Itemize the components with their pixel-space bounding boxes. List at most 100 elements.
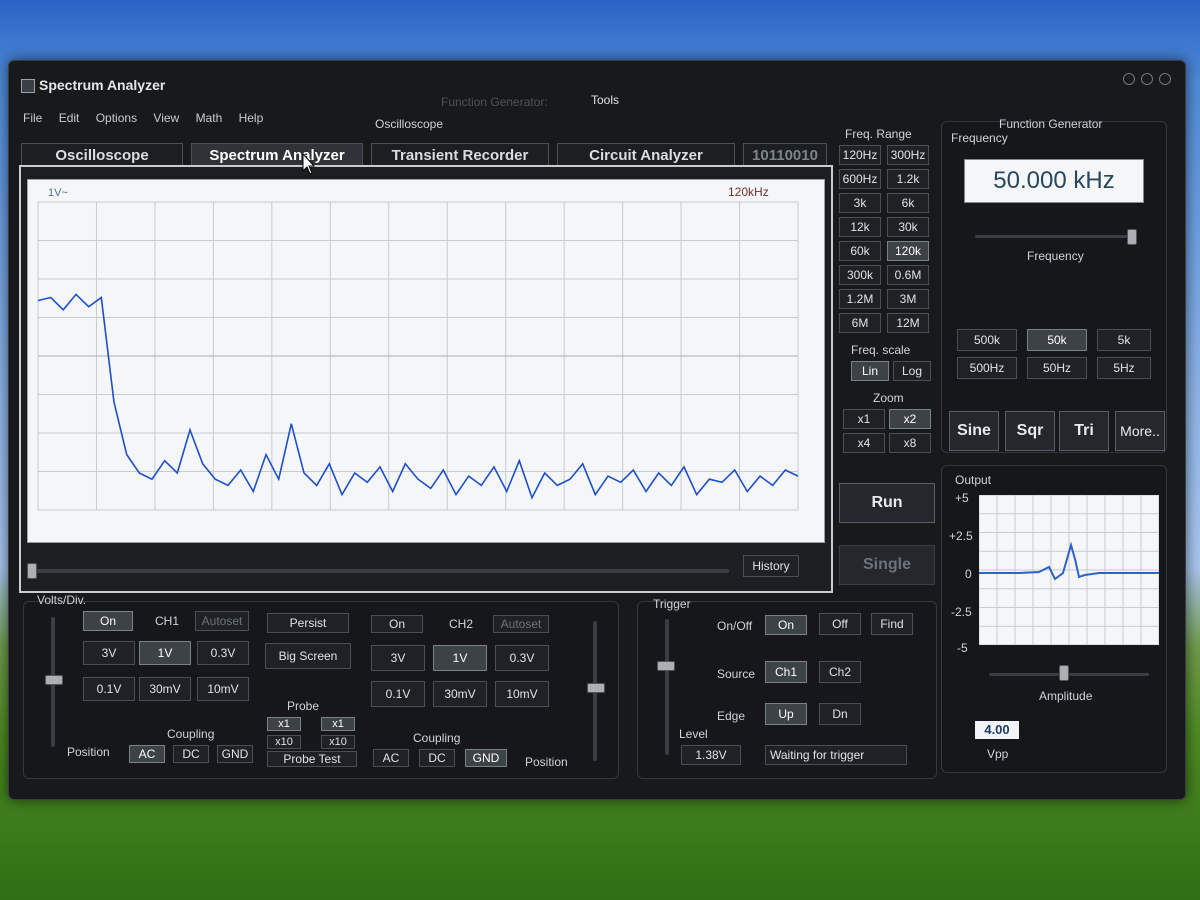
menu-file[interactable]: File <box>23 111 42 125</box>
freq-range-button-1-2k[interactable]: 1.2k <box>887 169 929 189</box>
freq-range-button-3k[interactable]: 3k <box>839 193 881 213</box>
ch2-10mv-button[interactable]: 10mV <box>495 681 549 707</box>
ch2-0-1v-button[interactable]: 0.1V <box>371 681 425 707</box>
ch1-10mv-button[interactable]: 10mV <box>197 677 249 701</box>
trigger-level-knob[interactable] <box>657 661 675 671</box>
ch1-30mv-button[interactable]: 30mV <box>139 677 191 701</box>
sine-button[interactable]: Sine <box>949 411 999 451</box>
single-button[interactable]: Single <box>839 545 935 585</box>
freq-range-button-60k[interactable]: 60k <box>839 241 881 261</box>
ch1-3v-button[interactable]: 3V <box>83 641 135 665</box>
trigger-edge-up-button[interactable]: Up <box>765 703 807 725</box>
ch1-probe-x1-button[interactable]: x1 <box>267 717 301 731</box>
freq-range-button-0-6m[interactable]: 0.6M <box>887 265 929 285</box>
freq-range-button-6k[interactable]: 6k <box>887 193 929 213</box>
minimize-icon[interactable] <box>1123 73 1135 85</box>
ch2-gnd-button[interactable]: GND <box>465 749 507 767</box>
fg-range-50k[interactable]: 50k <box>1027 329 1087 351</box>
output-tick-m25: -2.5 <box>951 605 972 619</box>
probe-test-button[interactable]: Probe Test <box>267 751 357 767</box>
ch2-dc-button[interactable]: DC <box>419 749 455 767</box>
vpp-input[interactable]: 4.00 <box>975 721 1019 739</box>
title-bar[interactable]: Spectrum Analyzer <box>9 61 1185 95</box>
freq-scale-log-button[interactable]: Log <box>893 361 931 381</box>
ch2-1v-button[interactable]: 1V <box>433 645 487 671</box>
freq-range-button-6m[interactable]: 6M <box>839 313 881 333</box>
square-button[interactable]: Sqr <box>1005 411 1055 451</box>
menu-help[interactable]: Help <box>239 111 264 125</box>
ch1-autoset-button[interactable]: Autoset <box>195 611 249 631</box>
ch2-30mv-button[interactable]: 30mV <box>433 681 487 707</box>
amplitude-slider[interactable] <box>989 673 1149 676</box>
fg-range-50hz[interactable]: 50Hz <box>1027 357 1087 379</box>
ch1-ac-button[interactable]: AC <box>129 745 165 763</box>
freq-range-button-1-2m[interactable]: 1.2M <box>839 289 881 309</box>
fg-range-500k[interactable]: 500k <box>957 329 1017 351</box>
menu-edit[interactable]: Edit <box>59 111 80 125</box>
menu-math[interactable]: Math <box>196 111 223 125</box>
trigger-level-slider[interactable] <box>665 619 669 755</box>
ch2-position-knob[interactable] <box>587 683 605 693</box>
freq-range-button-600hz[interactable]: 600Hz <box>839 169 881 189</box>
ch1-position-knob[interactable] <box>45 675 63 685</box>
ch2-3v-button[interactable]: 3V <box>371 645 425 671</box>
trigger-off-button[interactable]: Off <box>819 613 861 635</box>
freq-range-button-120hz[interactable]: 120Hz <box>839 145 881 165</box>
ch1-probe-x10-button[interactable]: x10 <box>267 735 301 749</box>
ch2-probe-x1-button[interactable]: x1 <box>321 717 355 731</box>
fg-range-500hz[interactable]: 500Hz <box>957 357 1017 379</box>
zoom-x2-button[interactable]: x2 <box>889 409 931 429</box>
ch2-label: CH2 <box>449 617 474 631</box>
freq-range-button-300hz[interactable]: 300Hz <box>887 145 929 165</box>
zoom-x4-button[interactable]: x4 <box>843 433 885 453</box>
zoom-x8-button[interactable]: x8 <box>889 433 931 453</box>
display-scroll-track[interactable] <box>29 569 729 573</box>
maximize-icon[interactable] <box>1141 73 1153 85</box>
history-button[interactable]: History <box>743 555 799 577</box>
fg-range-5k[interactable]: 5k <box>1097 329 1151 351</box>
menu-view[interactable]: View <box>153 111 179 125</box>
trigger-edge-dn-button[interactable]: Dn <box>819 703 861 725</box>
freq-range-button-12m[interactable]: 12M <box>887 313 929 333</box>
freq-scale-lin-button[interactable]: Lin <box>851 361 889 381</box>
tools-menu[interactable]: Tools <box>591 93 619 107</box>
ch1-on-button[interactable]: On <box>83 611 133 631</box>
ch2-ac-button[interactable]: AC <box>373 749 409 767</box>
triangle-button[interactable]: Tri <box>1059 411 1109 451</box>
menu-options[interactable]: Options <box>96 111 137 125</box>
trigger-on-button[interactable]: On <box>765 615 807 635</box>
tab-spectrum-analyzer[interactable]: Spectrum Analyzer <box>191 143 363 167</box>
big-screen-button[interactable]: Big Screen <box>265 643 351 669</box>
run-button[interactable]: Run <box>839 483 935 523</box>
ch1-gnd-button[interactable]: GND <box>217 745 253 763</box>
display-scroll-knob[interactable] <box>27 563 37 579</box>
trigger-find-button[interactable]: Find <box>871 613 913 635</box>
ch2-0-3v-button[interactable]: 0.3V <box>495 645 549 671</box>
amplitude-slider-knob[interactable] <box>1059 665 1069 681</box>
persist-button[interactable]: Persist <box>267 613 349 633</box>
tab-circuit-analyzer[interactable]: Circuit Analyzer <box>557 143 735 167</box>
ch2-on-button[interactable]: On <box>371 615 423 633</box>
ch1-0-1v-button[interactable]: 0.1V <box>83 677 135 701</box>
freq-range-button-120k[interactable]: 120k <box>887 241 929 261</box>
more-waves-button[interactable]: More.. <box>1115 411 1165 451</box>
ch1-0-3v-button[interactable]: 0.3V <box>197 641 249 665</box>
zoom-x1-button[interactable]: x1 <box>843 409 885 429</box>
freq-range-button-3m[interactable]: 3M <box>887 289 929 309</box>
function-generator-menu[interactable]: Function Generator: <box>441 95 548 109</box>
tab-transient-recorder[interactable]: Transient Recorder <box>371 143 549 167</box>
freq-range-button-30k[interactable]: 30k <box>887 217 929 237</box>
trigger-source-ch1-button[interactable]: Ch1 <box>765 661 807 683</box>
ch2-autoset-button[interactable]: Autoset <box>493 615 549 633</box>
ch1-dc-button[interactable]: DC <box>173 745 209 763</box>
tab-oscilloscope[interactable]: Oscilloscope <box>21 143 183 167</box>
fg-frequency-slider-knob[interactable] <box>1127 229 1137 245</box>
fg-frequency-slider[interactable] <box>975 235 1135 238</box>
freq-range-button-12k[interactable]: 12k <box>839 217 881 237</box>
ch2-probe-x10-button[interactable]: x10 <box>321 735 355 749</box>
close-icon[interactable] <box>1159 73 1171 85</box>
trigger-source-ch2-button[interactable]: Ch2 <box>819 661 861 683</box>
ch1-1v-button[interactable]: 1V <box>139 641 191 665</box>
freq-range-button-300k[interactable]: 300k <box>839 265 881 285</box>
fg-range-5hz[interactable]: 5Hz <box>1097 357 1151 379</box>
